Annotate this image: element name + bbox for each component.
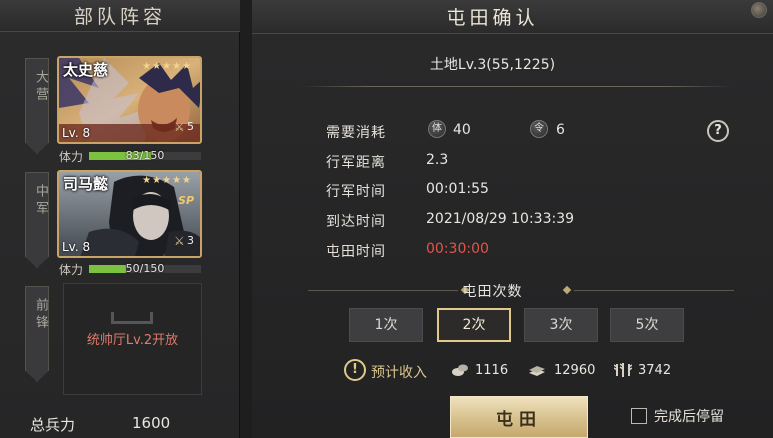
help-icon[interactable]: ?: [707, 120, 729, 142]
sword-icon: ⚔: [174, 120, 185, 134]
expected-income-label: 预计收入: [371, 365, 427, 381]
slot-tag-vanguard: 前锋: [21, 286, 53, 396]
farming-confirm-panel: 屯田确认 土地Lv.3(55,1225) 需要消耗 体 40 令 6 ? 行军距…: [252, 0, 773, 438]
hero-card-taishici[interactable]: 太史慈 ★★★★★ Lv. 8 ⚔ 5: [57, 56, 202, 144]
confirm-header: 屯田确认: [252, 0, 773, 34]
unlock-requirement: 统帅厅Lv.2开放: [86, 333, 179, 348]
slot-tag-label: 前锋: [33, 298, 48, 332]
grain-income: 3742: [638, 363, 672, 378]
alert-icon: !: [344, 359, 366, 381]
close-icon[interactable]: [751, 2, 767, 18]
sp-badge: SP: [178, 194, 194, 207]
hero-name: 司马懿: [63, 175, 109, 193]
stamina-value: 83/150: [125, 149, 165, 162]
cost-label: 需要消耗: [326, 125, 386, 141]
confirm-farming-button[interactable]: 屯田: [450, 396, 588, 438]
hero-stars: ★★★★★: [142, 61, 192, 72]
stop-after-label: 完成后停留: [654, 409, 724, 425]
arrival-time-value: 2021/08/29 10:33:39: [426, 211, 575, 227]
stamina-icon: 体: [428, 120, 446, 138]
land-info: 土地Lv.3(55,1225): [429, 57, 556, 73]
order-cost: 6: [556, 122, 565, 138]
hero-rank-badge: ⚔ 3: [174, 234, 194, 248]
stop-after-checkbox[interactable]: [631, 408, 647, 424]
lineup-header: 部队阵容: [0, 0, 240, 32]
divider: [574, 290, 734, 291]
stamina-label: 体力: [59, 149, 84, 164]
wood-icon: [452, 364, 468, 376]
stone-income: 12960: [554, 363, 596, 378]
march-distance-label: 行军距离: [326, 155, 386, 171]
order-icon: 令: [530, 120, 548, 138]
lineup-panel: 部队阵容 大营 太史慈 ★★★★★ Lv. 8 ⚔ 5 体力 83/150 中军…: [0, 0, 240, 438]
wood-income: 1116: [475, 363, 509, 378]
stamina-cost: 40: [453, 122, 471, 138]
stamina-bar: 83/150: [89, 149, 201, 162]
sword-icon: ⚔: [174, 234, 185, 248]
slot-tag-label: 大营: [33, 70, 48, 104]
hero-level: Lv. 8: [62, 126, 91, 140]
total-troops-label: 总兵力: [30, 416, 76, 434]
farming-time-value: 00:30:00: [426, 241, 489, 257]
grain-icon: [614, 363, 632, 377]
lineup-title: 部队阵容: [73, 6, 166, 28]
count-option-3[interactable]: 3次: [524, 308, 598, 342]
hero-level: Lv. 8: [62, 240, 91, 254]
count-option-2[interactable]: 2次: [437, 308, 511, 342]
hero-name: 太史慈: [63, 61, 109, 79]
hero-card-simayi[interactable]: 司马懿 ★★★★★ SP Lv. 8 ⚔ 3: [57, 170, 202, 258]
count-option-1[interactable]: 1次: [349, 308, 423, 342]
march-time-value: 00:01:55: [426, 181, 489, 197]
stamina-taishici: 体力 83/150: [59, 149, 201, 164]
slot-tag-center: 中军: [21, 172, 53, 282]
stamina-value: 50/150: [125, 262, 165, 275]
farming-time-label: 屯田时间: [326, 244, 386, 260]
total-troops-value: 1600: [132, 414, 171, 432]
farming-count-title: 屯田次数: [462, 284, 523, 300]
empty-slot-icon: [111, 312, 153, 324]
hero-rank-badge: ⚔ 5: [174, 120, 194, 134]
march-time-label: 行军时间: [326, 184, 386, 200]
slot-tag-camp: 大营: [21, 58, 53, 168]
count-option-5[interactable]: 5次: [610, 308, 684, 342]
march-distance-value: 2.3: [426, 152, 449, 168]
slot-tag-label: 中军: [33, 184, 48, 218]
arrival-time-label: 到达时间: [326, 214, 386, 230]
stamina-bar: 50/150: [89, 262, 201, 275]
confirm-title: 屯田确认: [446, 7, 539, 29]
locked-slot-vanguard[interactable]: 统帅厅Lv.2开放: [63, 283, 202, 395]
divider: [302, 86, 732, 87]
stamina-label: 体力: [59, 262, 84, 277]
stone-icon: [529, 366, 545, 376]
stamina-simayi: 体力 50/150: [59, 262, 201, 277]
hero-stars: ★★★★★: [142, 175, 192, 186]
